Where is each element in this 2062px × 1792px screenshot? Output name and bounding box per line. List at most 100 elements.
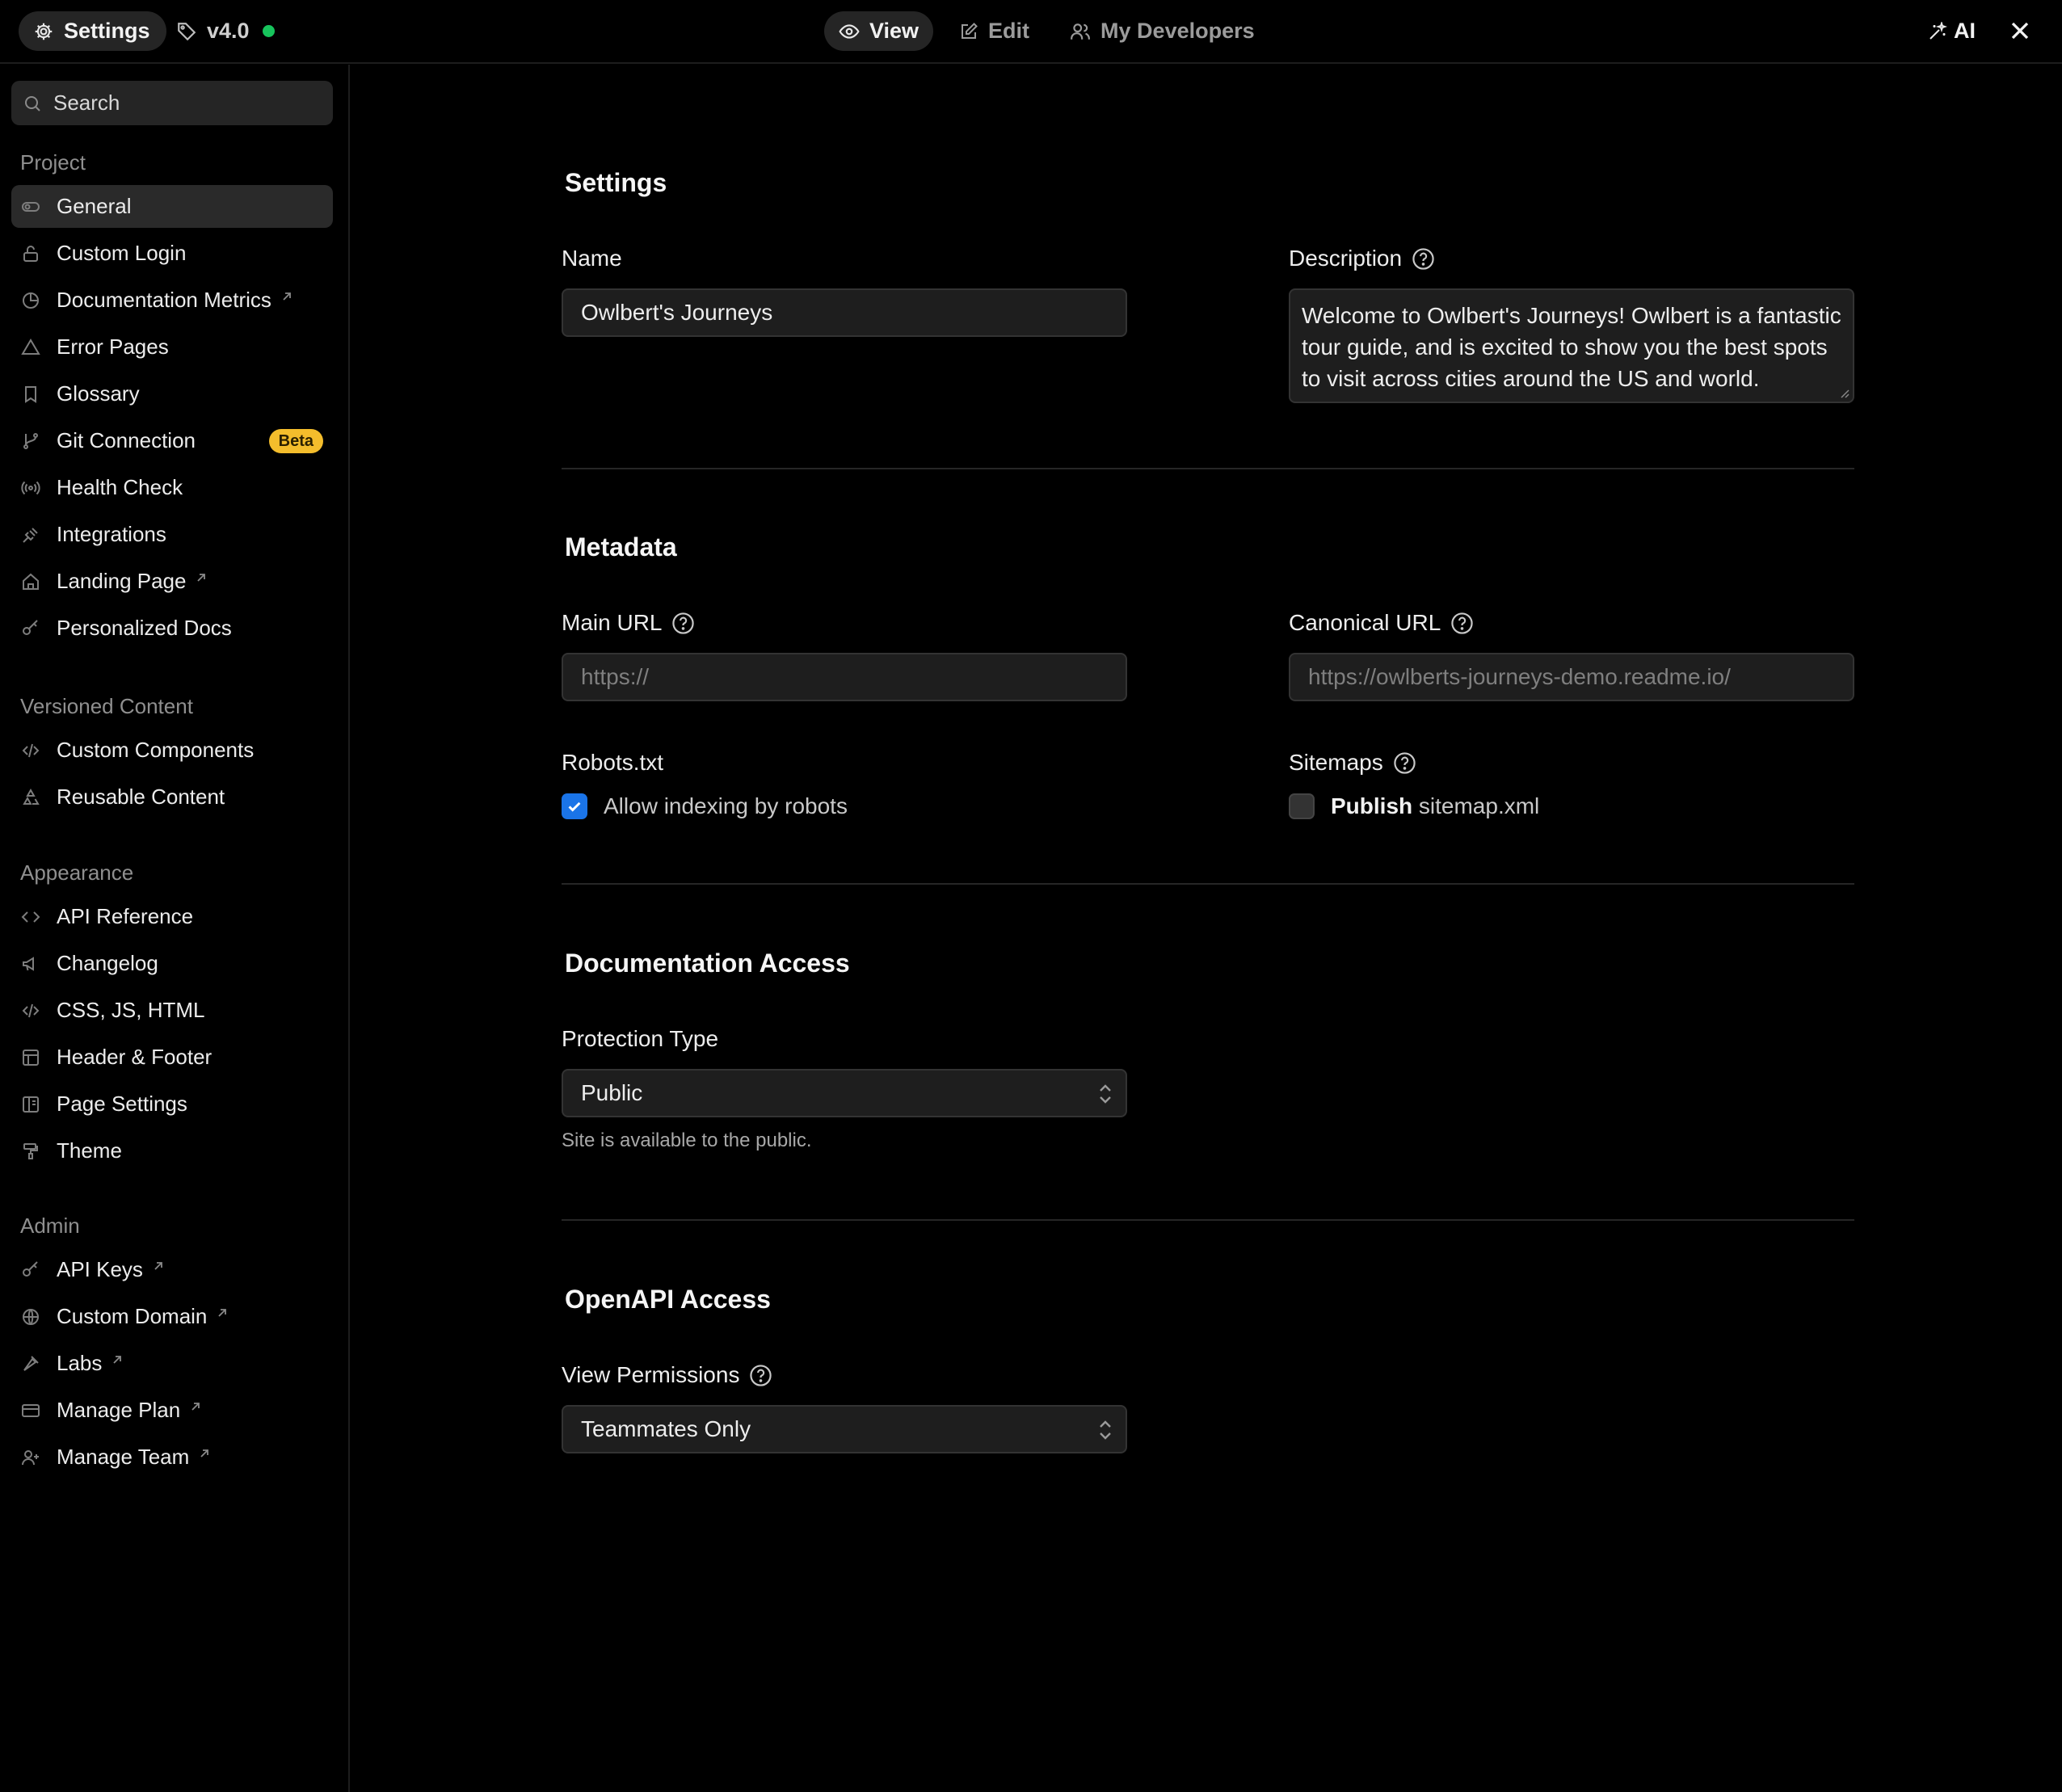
sidebar-item-label: Header & Footer	[57, 1045, 213, 1069]
sidebar-item-css-js-html[interactable]: CSS, JS, HTML	[11, 989, 333, 1032]
view-permissions-label-text: View Permissions	[562, 1362, 740, 1387]
external-link-icon	[281, 291, 292, 302]
flask-icon	[21, 1354, 40, 1373]
sidebar-item-custom-login[interactable]: Custom Login	[11, 232, 333, 275]
edit-mode-label: Edit	[988, 19, 1030, 43]
sidebar-item-labs[interactable]: Labs	[11, 1342, 333, 1385]
plug-icon	[21, 525, 40, 545]
sidebar-item-label: Labs	[57, 1351, 103, 1375]
sidebar-item-custom-domain[interactable]: Custom Domain	[11, 1295, 333, 1338]
sidebar-item-general[interactable]: General	[11, 185, 333, 228]
search-label: Search	[53, 90, 120, 115]
sparkle-icon	[1928, 21, 1947, 41]
help-icon[interactable]	[1393, 751, 1416, 775]
my-developers-label: My Developers	[1100, 19, 1255, 43]
sitemaps-file-text: sitemap.xml	[1418, 793, 1540, 818]
doc-access-section-title: Documentation Access	[565, 949, 850, 978]
help-icon[interactable]	[749, 1364, 772, 1387]
toggle-icon	[21, 197, 40, 217]
warning-icon	[21, 338, 40, 357]
sidebar-item-integrations[interactable]: Integrations	[11, 513, 333, 556]
sitemaps-label: Sitemaps	[1289, 750, 1416, 776]
sitemaps-publish-text: Publish	[1331, 793, 1413, 818]
sidebar-item-glossary[interactable]: Glossary	[11, 372, 333, 415]
sidebar-item-label: Landing Page	[57, 569, 187, 593]
main-url-input[interactable]: https://	[562, 653, 1127, 701]
sidebar-item-custom-components[interactable]: Custom Components	[11, 729, 333, 772]
help-icon[interactable]	[1450, 612, 1474, 635]
sidebar: Search Project General Custom Login Docu…	[0, 65, 350, 1792]
view-permissions-select[interactable]: Teammates Only	[562, 1405, 1127, 1453]
settings-section-title: Settings	[565, 168, 667, 197]
close-icon[interactable]	[2005, 16, 2035, 45]
sidebar-item-api-reference[interactable]: API Reference	[11, 895, 333, 938]
sidebar-item-theme[interactable]: Theme	[11, 1129, 333, 1172]
external-link-icon	[190, 1401, 201, 1412]
description-textarea[interactable]: Welcome to Owlbert's Journeys! Owlbert i…	[1289, 288, 1854, 403]
sidebar-item-landing-page[interactable]: Landing Page	[11, 560, 333, 603]
sidebar-item-changelog[interactable]: Changelog	[11, 942, 333, 985]
help-icon[interactable]	[671, 612, 695, 635]
description-label: Description	[1289, 246, 1435, 271]
section-divider	[562, 468, 1854, 469]
sidebar-item-label: Manage Plan	[57, 1398, 181, 1422]
sidebar-item-health-check[interactable]: Health Check	[11, 466, 333, 509]
lock-icon	[21, 244, 40, 263]
protection-type-label: Protection Type	[562, 1026, 718, 1052]
external-link-icon	[217, 1307, 228, 1319]
sidebar-item-git-connection[interactable]: Git Connection Beta	[11, 419, 333, 462]
metadata-section-title: Metadata	[565, 532, 677, 562]
gear-icon	[33, 21, 54, 42]
sidebar-item-page-settings[interactable]: Page Settings	[11, 1083, 333, 1125]
robots-checkbox-row[interactable]: Allow indexing by robots	[562, 793, 848, 819]
settings-menu-button[interactable]: Settings	[19, 11, 166, 51]
sidebar-item-label: Health Check	[57, 475, 183, 499]
sidebar-item-personalized-docs[interactable]: Personalized Docs	[11, 607, 333, 650]
name-label: Name	[562, 246, 622, 271]
group-title-admin: Admin	[20, 1214, 80, 1238]
pie-chart-icon	[21, 291, 40, 310]
sidebar-item-label: Manage Team	[57, 1445, 190, 1469]
edit-mode-button[interactable]: Edit	[945, 11, 1044, 51]
description-label-text: Description	[1289, 246, 1403, 271]
description-text: Welcome to Owlbert's Journeys! Owlbert i…	[1302, 303, 1841, 391]
name-input[interactable]: Owlbert's Journeys	[562, 288, 1127, 337]
external-link-icon	[153, 1260, 164, 1272]
protection-type-select[interactable]: Public	[562, 1069, 1127, 1117]
sidebar-item-manage-plan[interactable]: Manage Plan	[11, 1389, 333, 1432]
sidebar-item-api-keys[interactable]: API Keys	[11, 1248, 333, 1291]
sidebar-item-reusable-content[interactable]: Reusable Content	[11, 776, 333, 818]
ai-button[interactable]: AI	[1928, 11, 1976, 51]
help-icon[interactable]	[1412, 247, 1435, 271]
section-divider	[562, 883, 1854, 885]
view-mode-button[interactable]: View	[824, 11, 934, 51]
code-icon	[21, 741, 40, 760]
robots-label: Robots.txt	[562, 750, 663, 776]
user-plus-icon	[21, 1448, 40, 1467]
canonical-url-input[interactable]: https://owlberts-journeys-demo.readme.io…	[1289, 653, 1854, 701]
sitemaps-checkbox[interactable]	[1289, 793, 1315, 819]
robots-checkbox[interactable]	[562, 793, 587, 819]
my-developers-button[interactable]: My Developers	[1055, 11, 1269, 51]
sidebar-item-manage-team[interactable]: Manage Team	[11, 1436, 333, 1479]
sidebar-item-header-footer[interactable]: Header & Footer	[11, 1036, 333, 1079]
group-title-appearance: Appearance	[20, 860, 134, 885]
resize-handle-icon[interactable]	[1838, 387, 1849, 398]
globe-icon	[21, 1307, 40, 1327]
sidebar-item-label: Theme	[57, 1138, 122, 1163]
ai-label: AI	[1954, 19, 1976, 43]
users-icon	[1070, 21, 1091, 42]
robots-checkbox-label: Allow indexing by robots	[604, 793, 848, 818]
group-title-project: Project	[20, 150, 86, 175]
protection-type-help: Site is available to the public.	[562, 1129, 812, 1151]
version-selector[interactable]: v4.0	[176, 11, 275, 51]
sitemaps-label-text: Sitemaps	[1289, 750, 1383, 775]
sidebar-item-label: Git Connection	[57, 428, 196, 452]
megaphone-icon	[21, 954, 40, 974]
sidebar-item-label: Documentation Metrics	[57, 288, 271, 312]
search-button[interactable]: Search	[11, 81, 333, 125]
canonical-url-label: Canonical URL	[1289, 610, 1474, 636]
sidebar-item-documentation-metrics[interactable]: Documentation Metrics	[11, 279, 333, 322]
sitemaps-checkbox-row[interactable]: Publish sitemap.xml	[1289, 793, 1539, 819]
sidebar-item-error-pages[interactable]: Error Pages	[11, 326, 333, 368]
